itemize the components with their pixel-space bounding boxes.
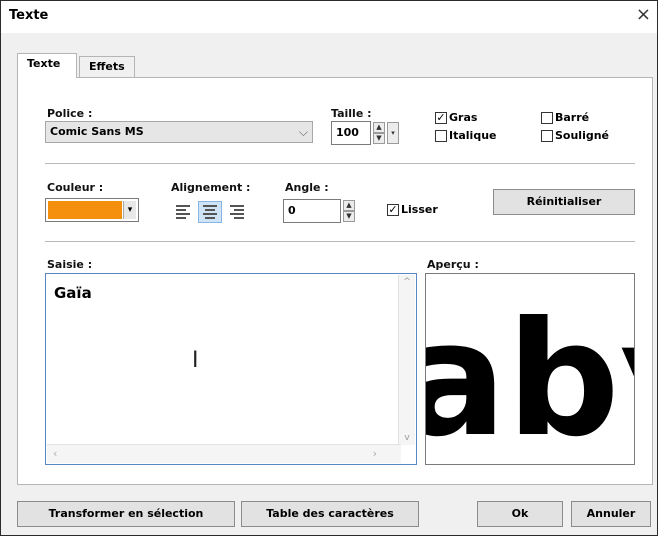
divider <box>45 163 635 164</box>
chevron-down-icon: ⌵ <box>298 125 308 139</box>
align-right-icon[interactable] <box>225 201 249 223</box>
font-select[interactable]: Comic Sans MS ⌵ <box>45 121 313 143</box>
preview-text: aby <box>426 288 634 464</box>
checkbox-icon <box>541 129 553 142</box>
angle-input[interactable]: 0 <box>283 199 341 223</box>
align-center-icon[interactable] <box>198 201 222 223</box>
divider <box>45 241 635 242</box>
strike-checkbox[interactable]: Barré <box>541 111 589 124</box>
chevron-left-icon[interactable]: ‹ <box>53 447 57 460</box>
angle-label: Angle : <box>285 181 329 194</box>
vertical-scrollbar[interactable]: ^ v <box>398 275 415 445</box>
preview-box: aby <box>425 273 635 465</box>
cancel-button[interactable]: Annuler <box>571 501 651 527</box>
typed-text: Gaïa <box>54 284 92 302</box>
spin-down-icon[interactable]: ▼ <box>373 133 385 144</box>
text-input-area[interactable]: Gaïa I ^ v ‹ › <box>45 273 417 465</box>
chevron-down-icon[interactable]: v <box>399 433 415 443</box>
smooth-label: Lisser <box>401 203 438 216</box>
underline-checkbox[interactable]: Souligné <box>541 129 609 142</box>
size-label: Taille : <box>331 107 372 120</box>
spin-up-icon[interactable]: ▲ <box>343 200 355 211</box>
text-cursor-icon: I <box>192 348 199 373</box>
color-picker[interactable]: ▾ <box>45 198 139 222</box>
strike-label: Barré <box>555 111 590 124</box>
chevron-right-icon[interactable]: › <box>373 447 377 460</box>
character-map-button[interactable]: Table des caractères <box>241 501 419 527</box>
color-label: Couleur : <box>47 181 104 194</box>
underline-label: Souligné <box>555 129 610 142</box>
smooth-checkbox[interactable]: ✓ Lisser <box>387 203 438 216</box>
transform-selection-button[interactable]: Transformer en sélection <box>17 501 235 527</box>
close-icon[interactable]: × <box>636 4 651 25</box>
checkmark-icon: ✓ <box>387 202 399 216</box>
spin-down-icon[interactable]: ▼ <box>343 211 355 222</box>
bold-checkbox[interactable]: ✓ Gras <box>435 111 477 124</box>
title-bar: Texte × <box>1 1 657 33</box>
alignment-label: Alignement : <box>171 181 251 194</box>
reset-button[interactable]: Réinitialiser <box>493 189 635 215</box>
input-label: Saisie : <box>47 258 93 271</box>
spin-up-icon[interactable]: ▲ <box>373 122 385 133</box>
angle-value: 0 <box>288 204 296 217</box>
align-left-icon[interactable] <box>171 201 195 223</box>
size-value: 100 <box>336 126 359 139</box>
checkbox-icon <box>435 129 447 142</box>
font-label: Police : <box>47 107 93 120</box>
bold-label: Gras <box>449 111 478 124</box>
text-dialog: Texte × Texte Effets Police : Comic Sans… <box>0 0 658 536</box>
horizontal-scrollbar[interactable]: ‹ › <box>47 444 401 463</box>
window-title: Texte <box>9 8 49 23</box>
color-swatch <box>48 201 122 219</box>
tab-texte[interactable]: Texte <box>17 53 77 78</box>
preview-glyphs: aby <box>426 288 634 464</box>
checkbox-icon <box>541 111 553 124</box>
italic-checkbox[interactable]: Italique <box>435 129 496 142</box>
tab-effets[interactable]: Effets <box>79 56 135 78</box>
checkmark-icon: ✓ <box>435 110 447 124</box>
preview-label: Aperçu : <box>427 258 479 271</box>
chevron-up-icon[interactable]: ^ <box>399 277 415 287</box>
size-input[interactable]: 100 <box>331 121 371 145</box>
ok-button[interactable]: Ok <box>477 501 563 527</box>
italic-label: Italique <box>449 129 497 142</box>
font-value: Comic Sans MS <box>50 125 144 138</box>
size-dropdown-icon[interactable]: ▾ <box>387 122 399 144</box>
chevron-down-icon: ▾ <box>123 201 136 219</box>
